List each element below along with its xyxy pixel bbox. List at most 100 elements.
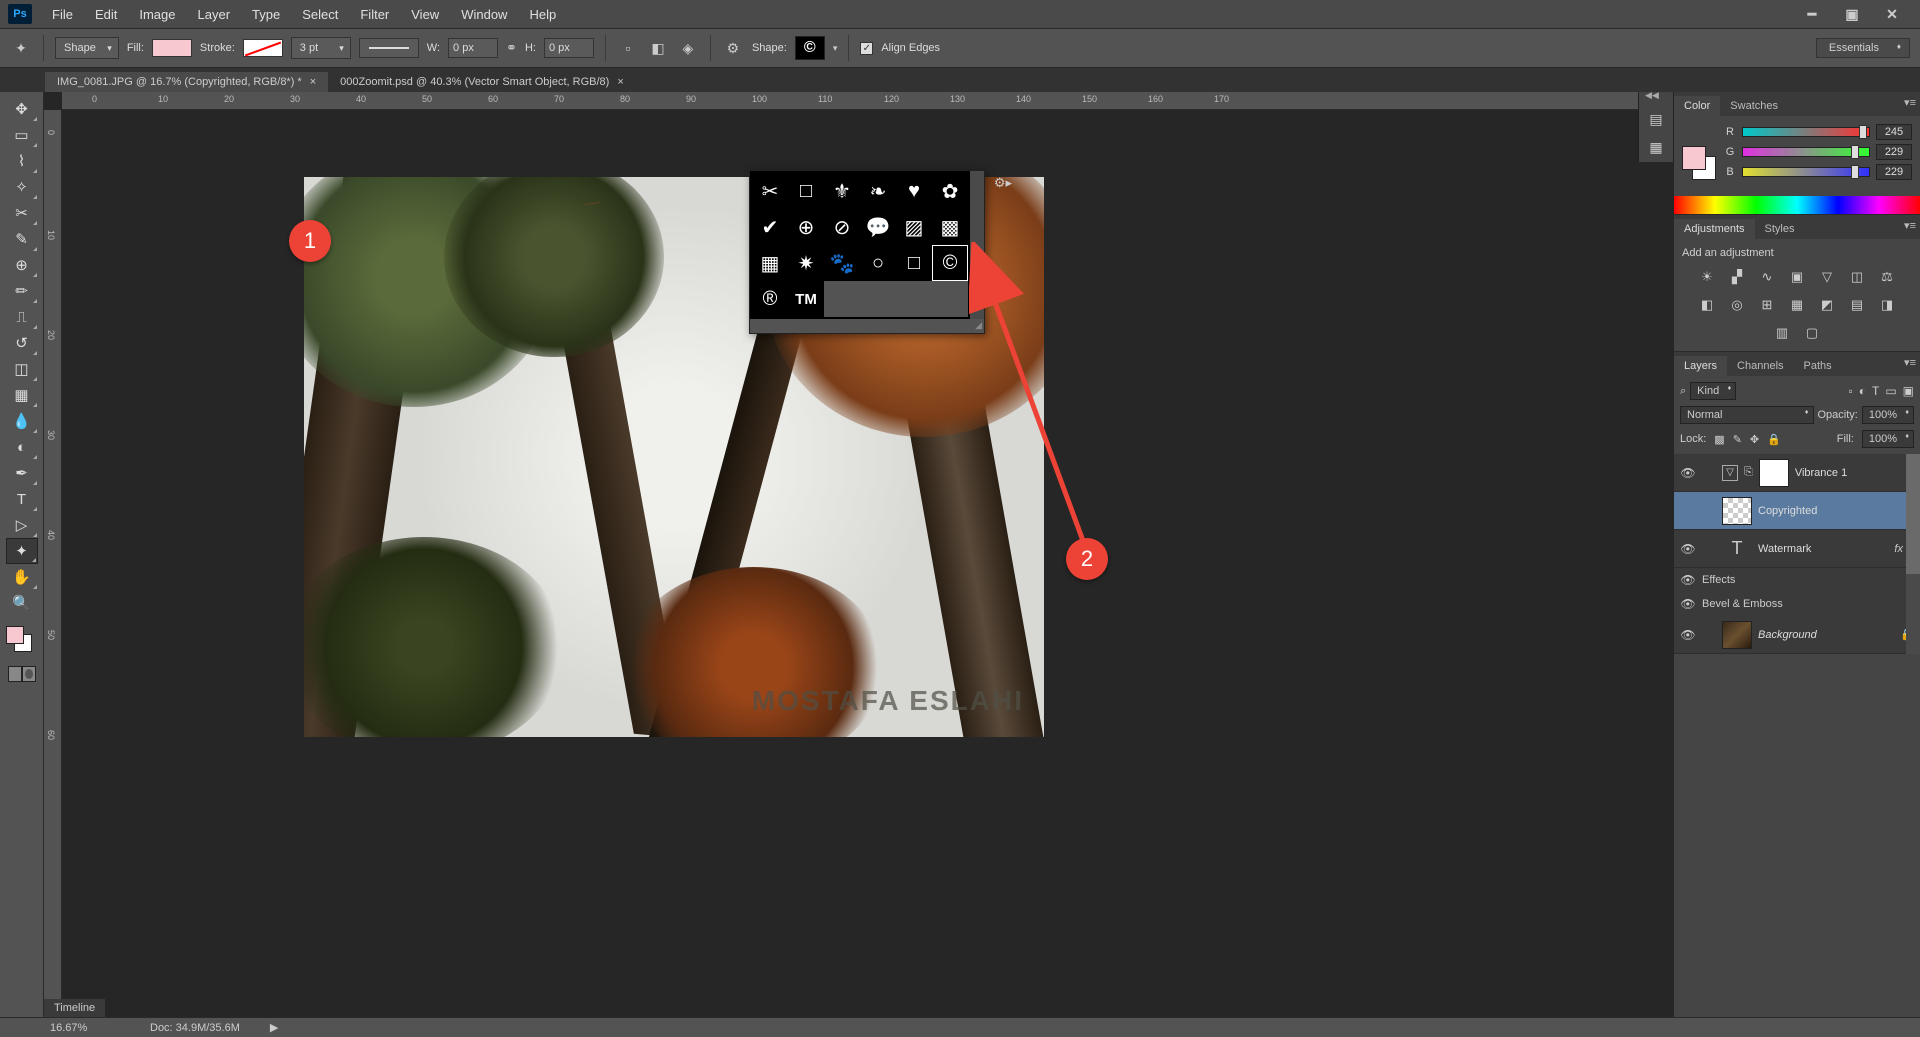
panel-menu-icon[interactable]: ▾≡ — [1904, 219, 1916, 232]
timeline-panel-tab[interactable]: Timeline — [44, 999, 105, 1017]
layer-background[interactable]: 👁 Background 🔒 — [1674, 616, 1920, 654]
selective-color-icon[interactable]: ▢ — [1801, 323, 1823, 343]
layers-scrollbar[interactable] — [1906, 454, 1920, 654]
zoom-level[interactable]: 16.67% — [50, 1022, 120, 1034]
shape-fleur[interactable]: ⚜ — [824, 173, 860, 209]
layer-name[interactable]: Watermark — [1758, 543, 1811, 555]
bw-icon[interactable]: ◧ — [1696, 295, 1718, 315]
brightness-icon[interactable]: ☀ — [1696, 267, 1718, 287]
shape-picker-menu-icon[interactable]: ⚙▸ — [994, 175, 1012, 191]
shape-copyright[interactable]: © — [932, 245, 968, 281]
photo-filter-icon[interactable]: ◎ — [1726, 295, 1748, 315]
shape-check[interactable]: ✔ — [752, 209, 788, 245]
menu-file[interactable]: File — [42, 3, 83, 26]
filter-type-icon[interactable]: T — [1872, 384, 1879, 398]
swatches-tab[interactable]: Swatches — [1720, 96, 1788, 116]
layer-effects-heading[interactable]: 👁 Effects — [1674, 568, 1920, 592]
filter-shape-icon[interactable]: ▭ — [1885, 384, 1896, 398]
panel-menu-icon[interactable]: ▾≡ — [1904, 96, 1916, 109]
history-brush-tool[interactable]: ↺ — [6, 330, 38, 356]
dodge-tool[interactable]: ◐ — [6, 434, 38, 460]
layer-thumb[interactable] — [1722, 497, 1752, 525]
filter-smart-icon[interactable]: ▣ — [1903, 384, 1914, 398]
menu-help[interactable]: Help — [519, 3, 566, 26]
layer-vibrance[interactable]: 👁 ▽ ⎘ Vibrance 1 — [1674, 454, 1920, 492]
shape-blob[interactable]: ✿ — [932, 173, 968, 209]
shape-preview[interactable]: © — [795, 36, 825, 60]
visibility-toggle-icon[interactable]: 👁 — [1680, 628, 1696, 642]
magic-wand-tool[interactable]: ✧ — [6, 174, 38, 200]
menu-view[interactable]: View — [401, 3, 449, 26]
shape-no[interactable]: ⊘ — [824, 209, 860, 245]
properties-panel-icon[interactable]: ▦ — [1642, 134, 1670, 160]
layer-name[interactable]: Copyrighted — [1758, 505, 1817, 517]
tool-preset-icon[interactable]: ✦ — [10, 37, 32, 59]
minimize-button[interactable]: ━ — [1798, 5, 1826, 23]
color-spectrum[interactable] — [1674, 196, 1920, 214]
shape-circle-outline[interactable]: ○ — [860, 245, 896, 281]
shape-paw[interactable]: 🐾 — [824, 245, 860, 281]
green-value[interactable]: 229 — [1876, 144, 1912, 160]
vibrance-icon[interactable]: ▽ — [1816, 267, 1838, 287]
menu-layer[interactable]: Layer — [188, 3, 241, 26]
shape-trademark[interactable]: TM — [788, 281, 824, 317]
menu-select[interactable]: Select — [292, 3, 348, 26]
zoom-tool[interactable]: 🔍 — [6, 590, 38, 616]
color-tab[interactable]: Color — [1674, 96, 1720, 116]
invert-icon[interactable]: ◩ — [1816, 295, 1838, 315]
eraser-tool[interactable]: ◫ — [6, 356, 38, 382]
edit-mode-toggle[interactable] — [0, 666, 43, 682]
menu-filter[interactable]: Filter — [350, 3, 399, 26]
shape-diag-lines[interactable]: ▨ — [896, 209, 932, 245]
visibility-toggle-icon[interactable]: 👁 — [1680, 573, 1696, 587]
shape-square-outline[interactable]: □ — [896, 245, 932, 281]
history-panel-icon[interactable]: ▤ — [1642, 106, 1670, 132]
lock-transparent-icon[interactable]: ▩ — [1714, 433, 1724, 446]
healing-tool[interactable]: ⊕ — [6, 252, 38, 278]
menu-edit[interactable]: Edit — [85, 3, 127, 26]
layer-watermark[interactable]: 👁 T Watermark fx ▾ — [1674, 530, 1920, 568]
blue-value[interactable]: 229 — [1876, 164, 1912, 180]
maximize-button[interactable]: ▣ — [1838, 5, 1866, 23]
menu-window[interactable]: Window — [451, 3, 517, 26]
adjustments-tab[interactable]: Adjustments — [1674, 219, 1755, 239]
shape-speech[interactable]: 💬 — [860, 209, 896, 245]
fill-opacity-input[interactable]: 100% — [1862, 430, 1914, 448]
shape-options-gear-icon[interactable]: ⚙ — [722, 37, 744, 59]
path-arrange-icon[interactable]: ◧ — [647, 37, 669, 59]
channels-tab[interactable]: Channels — [1727, 356, 1793, 376]
shape-registered[interactable]: ® — [752, 281, 788, 317]
move-tool[interactable]: ✥ — [6, 96, 38, 122]
styles-tab[interactable]: Styles — [1755, 219, 1805, 239]
channel-mixer-icon[interactable]: ⊞ — [1756, 295, 1778, 315]
height-input[interactable] — [544, 38, 594, 58]
document-tab-1[interactable]: IMG_0081.JPG @ 16.7% (Copyrighted, RGB/8… — [45, 72, 328, 92]
custom-shape-picker[interactable]: ✂ □ ⚜ ❧ ♥ ✿ ✔ ⊕ ⊘ 💬 ▨ ▩ ▦ ✷ 🐾 ○ □ — [749, 170, 985, 334]
filter-pixel-icon[interactable]: ▫ — [1848, 384, 1852, 398]
menu-type[interactable]: Type — [242, 3, 290, 26]
shape-square-frame[interactable]: □ — [788, 173, 824, 209]
layer-fx-badge[interactable]: fx — [1894, 543, 1903, 555]
exposure-icon[interactable]: ▣ — [1786, 267, 1808, 287]
shape-checker[interactable]: ▩ — [932, 209, 968, 245]
layer-link-icon[interactable]: ⎘ — [1744, 466, 1753, 479]
doc-size[interactable]: Doc: 34.9M/35.6M — [150, 1022, 240, 1034]
shape-heart[interactable]: ♥ — [896, 173, 932, 209]
visibility-toggle-icon[interactable]: 👁 — [1680, 542, 1696, 556]
menu-image[interactable]: Image — [129, 3, 185, 26]
quickmask-mode-icon[interactable] — [22, 666, 36, 682]
layer-effect-bevel[interactable]: 👁 Bevel & Emboss — [1674, 592, 1920, 616]
panel-menu-icon[interactable]: ▾≡ — [1904, 356, 1916, 369]
shape-grid-icon[interactable]: ▦ — [752, 245, 788, 281]
levels-icon[interactable]: ▞ — [1726, 267, 1748, 287]
document-tab-2[interactable]: 000Zoomit.psd @ 40.3% (Vector Smart Obje… — [328, 72, 636, 92]
pen-tool[interactable]: ✒ — [6, 460, 38, 486]
lock-all-icon[interactable]: 🔒 — [1767, 433, 1781, 446]
standard-mode-icon[interactable] — [8, 666, 22, 682]
lookup-icon[interactable]: ▦ — [1786, 295, 1808, 315]
link-wh-icon[interactable]: ⚭ — [506, 40, 517, 56]
blur-tool[interactable]: 💧 — [6, 408, 38, 434]
blue-slider[interactable] — [1742, 167, 1870, 177]
fill-swatch[interactable] — [152, 39, 192, 57]
canvas-area[interactable]: 0102030405060708090100110120130140150160… — [44, 92, 1920, 1017]
